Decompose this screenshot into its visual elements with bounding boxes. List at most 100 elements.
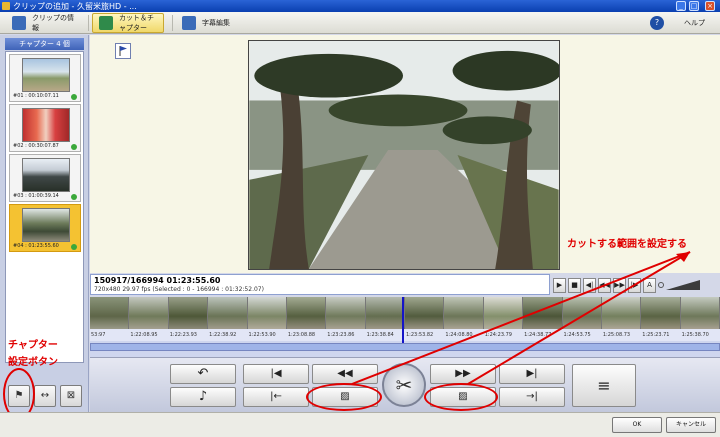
timeline-frame bbox=[168, 297, 209, 329]
volume-ramp-icon bbox=[658, 280, 700, 290]
go-end-icon: →| bbox=[526, 391, 538, 402]
timeline-frame bbox=[286, 297, 327, 329]
transport-controls: ▶ ■ ◀| ◀◀ ▶▶ |▶ A bbox=[553, 276, 720, 294]
timeline-frame bbox=[562, 297, 602, 329]
next-mark-button[interactable]: ▶▶ bbox=[430, 364, 496, 384]
delete-chapter-button[interactable]: ⊠ bbox=[60, 385, 82, 407]
cut-button[interactable]: ✂ bbox=[382, 363, 426, 407]
undo-button[interactable]: ↶ bbox=[170, 364, 236, 384]
timeline-scrollbar[interactable] bbox=[90, 343, 720, 351]
set-end-button[interactable]: ▶| bbox=[499, 364, 565, 384]
status-dot-icon bbox=[71, 144, 77, 150]
timecode-label: 1:25:38.70 bbox=[681, 332, 709, 338]
timeline[interactable]: 53:97 1:22:08.95 1:22:23.93 1:22:38.92 1… bbox=[90, 297, 720, 357]
fast-forward-icon: ▶▶ bbox=[455, 368, 471, 379]
edit-controls: ↶ ♪ |◀ ◀◀ |← ▨ ✂ ▶▶ ▶| ▨ →| ≡ bbox=[90, 357, 720, 412]
playhead[interactable] bbox=[402, 297, 404, 343]
video-format-info: 720x480 29.97 fps (Selected : 0 - 166994… bbox=[94, 286, 264, 293]
timecode-label: 1:24:08.80 bbox=[445, 332, 473, 338]
chapter-thumbnail bbox=[22, 58, 70, 92]
set-start-button[interactable]: |◀ bbox=[243, 364, 309, 384]
prev-mark-button[interactable]: ◀◀ bbox=[312, 364, 378, 384]
rewind-button[interactable]: ◀◀ bbox=[598, 277, 611, 293]
preview-area: カットする範囲を設定する bbox=[90, 35, 720, 273]
scissors-icon: ✂ bbox=[395, 373, 413, 397]
video-preview bbox=[248, 40, 560, 270]
cut-range-annotation: カットする範囲を設定する bbox=[567, 239, 687, 250]
dialog-button-bar: OK キャンセル bbox=[0, 412, 720, 437]
clip-info-icon bbox=[12, 16, 26, 30]
timeline-frame bbox=[326, 297, 366, 329]
prev-frame-button[interactable]: ◀| bbox=[583, 277, 596, 293]
close-window-button[interactable]: × bbox=[705, 1, 715, 11]
chapter-item-03[interactable]: #03 : 01:00:39.14 bbox=[9, 154, 81, 202]
timeline-frame bbox=[523, 297, 563, 329]
timecode-label: 1:24:38.77 bbox=[524, 332, 552, 338]
window-title: クリップの追加 - 久留米旅HD - ... bbox=[13, 2, 137, 11]
go-start-button[interactable]: |← bbox=[243, 387, 309, 407]
tab-cut-chapter[interactable]: カット＆チャプター bbox=[92, 13, 164, 33]
tab-cut-chapter-label: カット＆チャプター bbox=[119, 14, 154, 32]
chapter-item-04[interactable]: #04 : 01:23:55.60 bbox=[9, 204, 81, 252]
stop-button[interactable]: ■ bbox=[568, 277, 581, 293]
minimize-button[interactable]: _ bbox=[676, 1, 686, 11]
app-icon bbox=[2, 2, 10, 10]
timeline-frame bbox=[601, 297, 642, 329]
timeline-frame bbox=[247, 297, 287, 329]
tab-clip-info[interactable]: クリップの情報 bbox=[6, 13, 86, 33]
chapter-flag-marker[interactable] bbox=[115, 43, 131, 59]
timeline-frames bbox=[90, 297, 720, 329]
chapter-label: #02 : 00:30:07.87 bbox=[13, 143, 59, 149]
music-button[interactable]: ♪ bbox=[170, 387, 236, 407]
flag-icon bbox=[119, 46, 127, 56]
chapter-label: #04 : 01:23:55.60 bbox=[13, 243, 59, 249]
go-end-button[interactable]: →| bbox=[499, 387, 565, 407]
timecode-label: 1:22:08.95 bbox=[130, 332, 158, 338]
set-end-icon: ▶| bbox=[526, 368, 538, 379]
chapter-list: #01 : 00:10:07.11 #02 : 00:30:07.87 #03 … bbox=[5, 51, 84, 363]
help-label: ヘルプ bbox=[684, 19, 705, 27]
timeline-frame bbox=[365, 297, 405, 329]
volume-slider[interactable] bbox=[658, 279, 702, 291]
go-start-icon: |← bbox=[270, 391, 282, 402]
play-button[interactable]: ▶ bbox=[553, 277, 566, 293]
tab-subtitle-edit[interactable]: 字幕編集 bbox=[176, 13, 266, 33]
music-note-icon: ♪ bbox=[198, 389, 208, 404]
current-position: 150917/166994 01:23:55.60 bbox=[94, 276, 221, 285]
status-dot-icon bbox=[71, 244, 77, 250]
cut-list-button[interactable]: ≡ bbox=[572, 364, 636, 407]
cancel-button[interactable]: キャンセル bbox=[666, 417, 716, 433]
timeline-frame bbox=[641, 297, 681, 329]
timeline-frame bbox=[405, 297, 445, 329]
cut-chapter-icon bbox=[99, 16, 113, 30]
chapter-item-02[interactable]: #02 : 00:30:07.87 bbox=[9, 104, 81, 152]
timeline-frame bbox=[444, 297, 484, 329]
timecode-label: 1:23:38.84 bbox=[366, 332, 394, 338]
tab-separator bbox=[88, 15, 89, 31]
ok-button[interactable]: OK bbox=[612, 417, 662, 433]
timecode-label: 53:97 bbox=[91, 332, 106, 338]
timecode-label: 1:24:23.79 bbox=[484, 332, 512, 338]
timecode-label: 1:25:08.73 bbox=[602, 332, 631, 338]
help-button[interactable]: ? ヘルプ bbox=[644, 13, 714, 33]
timecode-label: 1:23:53.82 bbox=[406, 332, 434, 338]
timecode-label: 1:22:23.93 bbox=[169, 332, 197, 338]
next-frame-button[interactable]: |▶ bbox=[628, 277, 641, 293]
timecode-label: 1:23:08.88 bbox=[287, 332, 316, 338]
highlight-ellipse bbox=[306, 383, 382, 411]
chapter-panel: チャプター 4 個 #01 : 00:10:07.11 #02 : 00:30:… bbox=[0, 35, 89, 420]
timecode-label: 1:25:23.71 bbox=[642, 332, 670, 338]
help-icon: ? bbox=[650, 16, 664, 30]
chapter-thumbnail bbox=[22, 158, 70, 192]
audio-button[interactable]: A bbox=[643, 277, 656, 293]
fast-forward-button[interactable]: ▶▶ bbox=[613, 277, 626, 293]
chapter-thumbnail bbox=[22, 108, 70, 142]
position-info: 150917/166994 01:23:55.60 720x480 29.97 … bbox=[90, 274, 550, 295]
split-chapter-button[interactable]: ↔ bbox=[34, 385, 56, 407]
timeline-timecodes: 53:97 1:22:08.95 1:22:23.93 1:22:38.92 1… bbox=[90, 329, 720, 341]
timecode-label: 1:23:23.86 bbox=[327, 332, 355, 338]
chapter-item-01[interactable]: #01 : 00:10:07.11 bbox=[9, 54, 81, 102]
maximize-button[interactable]: □ bbox=[689, 1, 699, 11]
timecode-label: 1:22:53.90 bbox=[248, 332, 276, 338]
chapter-button-annotation: チャプター 設定ボタン bbox=[8, 337, 58, 371]
